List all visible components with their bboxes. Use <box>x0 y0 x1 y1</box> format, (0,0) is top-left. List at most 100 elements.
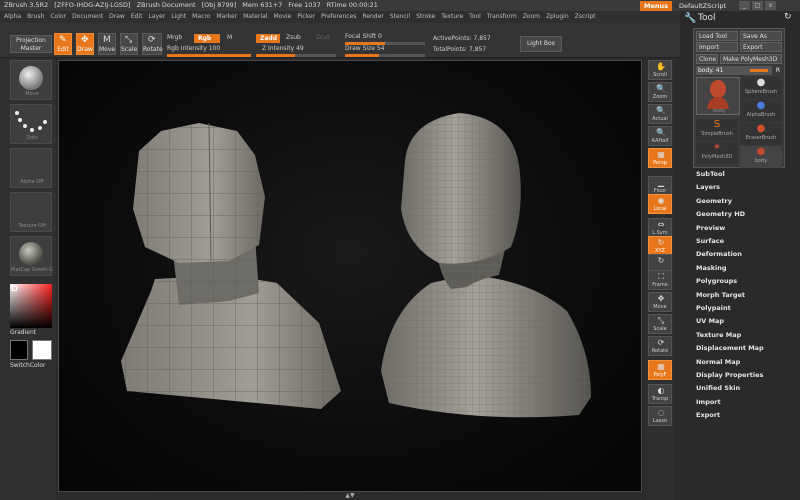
menu-texture[interactable]: Texture <box>441 13 463 20</box>
menu-document[interactable]: Document <box>72 13 103 20</box>
shelf-xyz-button[interactable]: ↻ XYZ <box>648 236 672 256</box>
tool-thumb-polymesh[interactable]: ✶ PolyMesh3D <box>696 142 738 164</box>
tool-section-export[interactable]: Export <box>696 409 792 421</box>
menu-render[interactable]: Render <box>362 13 383 20</box>
draw-button[interactable]: ✥ Draw <box>76 33 94 55</box>
draw-size-slider[interactable] <box>345 54 425 57</box>
tool-thumb-body[interactable]: ● body <box>740 146 782 168</box>
menu-material[interactable]: Material <box>243 13 267 20</box>
tool-section-import[interactable]: Import <box>696 396 792 408</box>
color-picker-cursor[interactable] <box>12 286 17 291</box>
shelf-rotate-button[interactable]: ⟳ Rotate <box>648 336 672 356</box>
shelf-aahalf-button[interactable]: 🔍 AAHalf <box>648 126 672 146</box>
tool-thumb-alphabrush[interactable]: ● AlphaBrush <box>740 100 782 122</box>
light-box-button[interactable]: Light Box <box>520 36 562 52</box>
document-canvas[interactable] <box>58 60 642 492</box>
move-button[interactable]: M Move <box>98 33 116 55</box>
shelf-transp-button[interactable]: ◐ Transp <box>648 384 672 404</box>
tool-section-unified-skin[interactable]: Unified Skin <box>696 382 792 394</box>
rotate-button[interactable]: ⟳ Rotate <box>142 33 163 55</box>
main-color-swatch[interactable] <box>10 340 28 360</box>
tool-section-geometry-hd[interactable]: Geometry HD <box>696 208 792 220</box>
stroke-selector[interactable]: Dots <box>10 104 52 144</box>
shelf-scale-button[interactable]: ⤡ Scale <box>648 314 672 334</box>
save-as-button[interactable]: Save As <box>740 31 782 41</box>
tool-section-normal-map[interactable]: Normal Map <box>696 356 792 368</box>
tool-import-button[interactable]: Import <box>696 42 738 52</box>
shelf-actual-button[interactable]: 🔍 Actual <box>648 104 672 124</box>
close-button[interactable]: x <box>765 1 776 10</box>
tool-section-morph-target[interactable]: Morph Target <box>696 289 792 301</box>
scale-button[interactable]: ⤡ Scale <box>120 33 138 55</box>
projection-master-button[interactable]: Projection Master <box>10 35 52 53</box>
shelf-zoom-button[interactable]: 🔍 Zoom <box>648 82 672 102</box>
tool-section-texture-map[interactable]: Texture Map <box>696 329 792 341</box>
shelf-frame-button[interactable]: ⛶ Frame <box>648 270 672 290</box>
tool-thumb-eraserbrush[interactable]: ● EraserBrush <box>740 123 782 145</box>
menu-macro[interactable]: Macro <box>192 13 210 20</box>
menu-zplugin[interactable]: Zplugin <box>546 13 569 20</box>
rgb-intensity-slider[interactable] <box>167 54 251 57</box>
shelf-scroll-button[interactable]: ✋ Scroll <box>648 60 672 80</box>
tool-section-subtool[interactable]: SubTool <box>696 168 792 180</box>
lowpoly-bust-model[interactable] <box>121 122 341 409</box>
z-intensity-label[interactable]: Z Intensity 49 <box>262 45 304 52</box>
tool-reset-button[interactable]: R <box>774 66 782 75</box>
shelf-local-button[interactable]: ◉ Local <box>648 194 672 214</box>
menu-color[interactable]: Color <box>50 13 66 20</box>
menu-layer[interactable]: Layer <box>148 13 165 20</box>
zcut-button[interactable]: Zcut <box>316 34 330 41</box>
menu-transform[interactable]: Transform <box>487 13 517 20</box>
edit-button[interactable]: ✎ Edit <box>54 33 72 55</box>
maximize-button[interactable]: □ <box>752 1 763 10</box>
shelf-persp-button[interactable]: ▦ Persp <box>648 148 672 168</box>
menu-stroke[interactable]: Stroke <box>416 13 435 20</box>
tool-section-displacement-map[interactable]: Displacement Map <box>696 342 792 354</box>
menu-stencil[interactable]: Stencil <box>390 13 410 20</box>
zadd-button[interactable]: Zadd <box>256 34 280 43</box>
tool-thumb-body-large[interactable]: body <box>696 77 740 115</box>
tool-section-preview[interactable]: Preview <box>696 222 792 234</box>
tool-slider[interactable]: body. 41 <box>696 66 772 75</box>
menu-marker[interactable]: Marker <box>216 13 237 20</box>
default-zscript-label[interactable]: DefaultZScript <box>679 1 726 11</box>
load-tool-button[interactable]: Load Tool <box>696 31 738 41</box>
shelf-lasso-button[interactable]: ◌ Lasso <box>648 406 672 426</box>
material-selector[interactable]: MatCap Green-G <box>10 236 53 276</box>
secondary-color-swatch[interactable] <box>32 340 52 360</box>
brush-selector[interactable]: Move <box>10 60 52 100</box>
tool-export-button[interactable]: Export <box>740 42 782 52</box>
tool-thumb-simplebrush[interactable]: S SimpleBrush <box>696 119 738 141</box>
smooth-bust-model[interactable] <box>381 113 591 418</box>
menu-light[interactable]: Light <box>171 13 186 20</box>
menu-zscript[interactable]: Zscript <box>575 13 596 20</box>
tool-section-uv-map[interactable]: UV Map <box>696 315 792 327</box>
shelf-floor-button[interactable]: ▁ Floor <box>648 176 672 196</box>
shelf-polyf-button[interactable]: ▦ PolyF <box>648 360 672 380</box>
tool-section-layers[interactable]: Layers <box>696 181 792 193</box>
tool-section-display-properties[interactable]: Display Properties <box>696 369 792 381</box>
tool-section-polypaint[interactable]: Polypaint <box>696 302 792 314</box>
tool-section-deformation[interactable]: Deformation <box>696 248 792 260</box>
menu-alpha[interactable]: Alpha <box>4 13 21 20</box>
menu-picker[interactable]: Picker <box>297 13 315 20</box>
menu-movie[interactable]: Movie <box>273 13 291 20</box>
m-button[interactable]: M <box>227 34 232 41</box>
menu-draw[interactable]: Draw <box>109 13 125 20</box>
menu-zoom[interactable]: Zoom <box>523 13 540 20</box>
tool-section-geometry[interactable]: Geometry <box>696 195 792 207</box>
alpha-selector[interactable]: Alpha Off <box>10 148 52 188</box>
refresh-icon[interactable]: ↻ <box>784 12 792 22</box>
chevron-down-icon[interactable]: ▲▼ <box>344 493 356 499</box>
shelf-move-button[interactable]: ✥ Move <box>648 292 672 312</box>
menu-edit[interactable]: Edit <box>131 13 143 20</box>
draw-size-label[interactable]: Draw Size 54 <box>345 45 384 52</box>
shelf-l-sym-button[interactable]: ⇔ L.Sym <box>648 218 672 238</box>
z-intensity-slider[interactable] <box>256 54 336 57</box>
menu-tool[interactable]: Tool <box>469 13 481 20</box>
gradient-label[interactable]: Gradient <box>10 329 36 336</box>
rgb-button[interactable]: Rgb <box>194 34 220 43</box>
tool-section-masking[interactable]: Masking <box>696 262 792 274</box>
menus-toggle-button[interactable]: Menus <box>639 1 672 11</box>
clone-button[interactable]: Clone <box>696 54 718 64</box>
